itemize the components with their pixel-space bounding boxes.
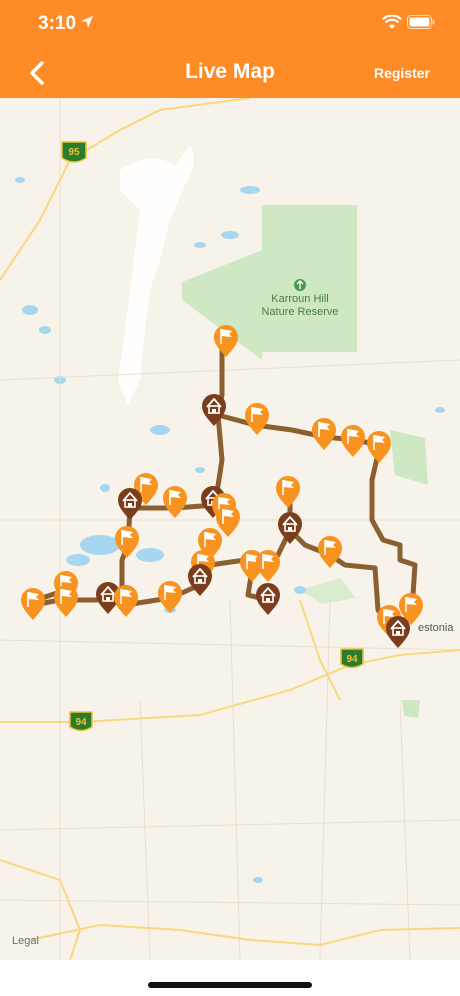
flag-marker-icon[interactable] bbox=[275, 475, 301, 509]
highway-94-shield: 94 bbox=[340, 648, 364, 669]
flag-marker-icon[interactable] bbox=[157, 580, 183, 614]
legal-link[interactable]: Legal bbox=[12, 935, 39, 947]
flag-marker-icon[interactable] bbox=[366, 430, 392, 464]
flag-marker-icon[interactable] bbox=[255, 549, 281, 583]
nature-reserve-area bbox=[182, 205, 357, 360]
flag-marker-icon[interactable] bbox=[213, 324, 239, 358]
reserve-name-line2: Nature Reserve bbox=[261, 306, 338, 318]
battery-icon bbox=[407, 15, 435, 29]
flag-marker-icon[interactable] bbox=[244, 402, 270, 436]
green-area bbox=[390, 430, 428, 485]
green-area bbox=[300, 578, 356, 604]
house-marker-icon[interactable] bbox=[117, 487, 143, 521]
house-marker-icon[interactable] bbox=[385, 615, 411, 649]
home-indicator[interactable] bbox=[148, 982, 312, 988]
flag-marker-icon[interactable] bbox=[215, 504, 241, 538]
flag-marker-icon[interactable] bbox=[340, 424, 366, 458]
flag-marker-icon[interactable] bbox=[20, 587, 46, 621]
home-indicator-area bbox=[0, 960, 460, 996]
highway-94-shield: 94 bbox=[69, 711, 93, 732]
house-marker-icon[interactable] bbox=[201, 393, 227, 427]
location-arrow-icon bbox=[81, 16, 93, 28]
wifi-icon bbox=[382, 15, 402, 29]
map-canvas[interactable]: 95 94 94 Karroun Hill Nature Reserve est… bbox=[0, 98, 460, 960]
flag-marker-icon[interactable] bbox=[53, 584, 79, 618]
flag-marker-icon[interactable] bbox=[311, 417, 337, 451]
status-time: 3:10 bbox=[38, 13, 77, 34]
highway-95-shield: 95 bbox=[61, 141, 87, 163]
live-map[interactable]: 95 94 94 Karroun Hill Nature Reserve est… bbox=[0, 98, 460, 960]
route-lines bbox=[30, 345, 418, 636]
house-marker-icon[interactable] bbox=[255, 582, 281, 616]
salt-lake bbox=[118, 145, 194, 405]
flag-marker-icon[interactable] bbox=[114, 525, 140, 559]
highway-94-number: 94 bbox=[346, 654, 358, 665]
register-button[interactable]: Register bbox=[374, 65, 430, 81]
town-label: estonia bbox=[418, 622, 454, 634]
highway-95-number: 95 bbox=[68, 147, 80, 158]
status-bar: 3:10 bbox=[0, 0, 460, 46]
flag-marker-icon[interactable] bbox=[113, 584, 139, 618]
highway-94-number: 94 bbox=[75, 717, 87, 728]
flag-marker-icon[interactable] bbox=[162, 485, 188, 519]
reserve-name-line1: Karroun Hill bbox=[271, 293, 328, 305]
nav-bar: Live Map Register bbox=[0, 46, 460, 98]
green-area bbox=[402, 700, 420, 718]
